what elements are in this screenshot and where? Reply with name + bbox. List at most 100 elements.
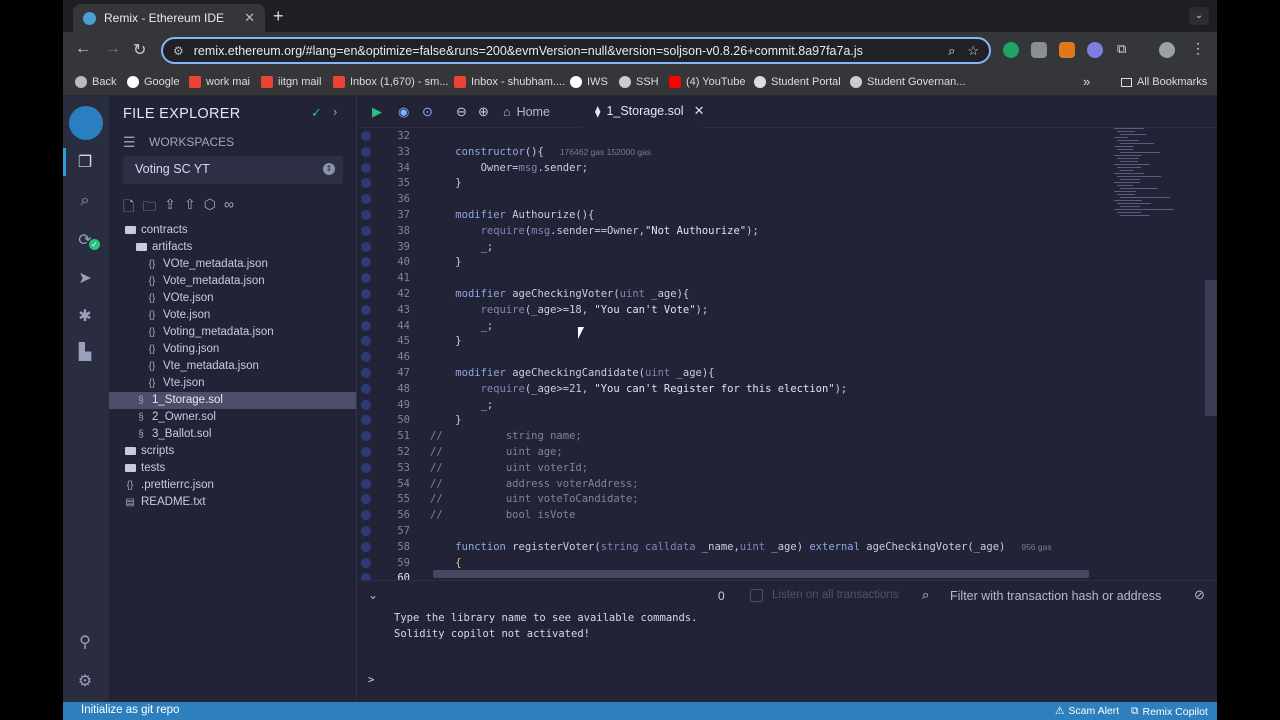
clear-terminal-icon[interactable]: ⊘ — [1194, 587, 1205, 603]
tree-folder[interactable]: contracts — [109, 222, 356, 239]
code-line[interactable]: 46 — [358, 349, 1108, 365]
back-arrow-icon[interactable]: ← — [75, 40, 91, 58]
code-line[interactable]: 34 Owner=msg.sender; — [358, 160, 1108, 176]
code-line[interactable]: 36 — [358, 191, 1108, 207]
tree-file[interactable]: {} Voting.json — [109, 341, 356, 358]
tree-file[interactable]: {} Vote_metadata.json — [109, 273, 356, 290]
reload-icon[interactable]: ↻ — [133, 40, 146, 60]
code-line[interactable]: 47 modifier ageCheckingCandidate(uint _a… — [358, 365, 1108, 381]
breakpoint-marker[interactable] — [361, 368, 371, 378]
tree-file[interactable]: {} Voting_metadata.json — [109, 324, 356, 341]
extension-icon[interactable] — [1087, 42, 1103, 58]
horizontal-scrollbar[interactable] — [433, 570, 1089, 578]
breakpoint-marker[interactable] — [361, 241, 371, 252]
remix-logo-icon[interactable] — [69, 106, 103, 140]
zoom-in-icon[interactable]: ⊕ — [478, 104, 489, 120]
bookmark-item[interactable]: Student Portal — [754, 76, 841, 88]
breakpoint-marker[interactable] — [361, 431, 371, 442]
code-line[interactable]: 35 } — [358, 175, 1108, 191]
code-line[interactable]: 52 // uint age; — [358, 444, 1108, 460]
bookmark-star-icon[interactable]: ☆ — [967, 43, 979, 59]
bookmark-item[interactable]: Student Governan... — [850, 76, 965, 88]
plugin-manager-icon[interactable]: ▙ — [75, 342, 95, 362]
zoom-icon[interactable]: ⌕ — [948, 43, 955, 59]
plugin-icon[interactable]: ⚲ — [75, 632, 95, 652]
hamburger-menu-icon[interactable]: ☰ — [123, 134, 137, 151]
tree-file[interactable]: § 2_Owner.sol — [109, 409, 356, 426]
extension-icon[interactable] — [1031, 42, 1047, 58]
bookmark-item[interactable]: work mai — [189, 76, 250, 88]
settings-gear-icon[interactable]: ⚙ — [75, 671, 95, 691]
tree-folder[interactable]: artifacts — [109, 239, 356, 256]
code-line[interactable]: 56 // bool isVote — [358, 507, 1108, 523]
breakpoint-marker[interactable] — [361, 494, 371, 505]
breakpoint-marker[interactable] — [361, 478, 371, 489]
tree-file[interactable]: § 1_Storage.sol — [109, 392, 356, 409]
code-line[interactable]: 42 modifier ageCheckingVoter(uint _age){ — [358, 286, 1108, 302]
breakpoint-marker[interactable] — [361, 415, 371, 426]
bookmarks-overflow-icon[interactable]: » — [1083, 74, 1090, 89]
upload-file-icon[interactable]: ⇪ — [164, 196, 176, 220]
tree-file[interactable]: {} Vte_metadata.json — [109, 358, 356, 375]
breakpoint-marker[interactable] — [361, 320, 371, 331]
bookmark-item[interactable]: Google — [127, 76, 179, 88]
forward-arrow-icon[interactable]: → — [105, 40, 121, 58]
code-line[interactable]: 38 require(msg.sender==Owner,"Not Authou… — [358, 223, 1108, 239]
collapse-terminal-icon[interactable]: ⌄ — [368, 588, 378, 602]
tree-file[interactable]: ▤ README.txt — [109, 494, 356, 511]
minimap[interactable] — [1110, 128, 1200, 228]
breakpoint-marker[interactable] — [361, 225, 371, 236]
run-play-icon[interactable]: ▶ — [372, 104, 382, 120]
breakpoint-marker[interactable] — [361, 194, 371, 205]
close-tab-icon[interactable]: ✕ — [244, 10, 255, 26]
metamask-extension-icon[interactable] — [1059, 42, 1075, 58]
deploy-run-icon[interactable]: ➤ — [75, 268, 95, 288]
breakpoint-marker[interactable] — [361, 352, 371, 363]
terminal-prompt[interactable]: > — [368, 674, 374, 686]
listen-checkbox[interactable] — [750, 589, 763, 602]
address-bar[interactable]: ⚙ remix.ethereum.org/#lang=en&optimize=f… — [161, 37, 991, 64]
zoom-out-icon[interactable]: ⊖ — [456, 104, 467, 120]
bookmark-item[interactable]: SSH — [619, 76, 659, 88]
terminal-output[interactable]: Type the library name to see available c… — [358, 610, 1217, 702]
code-line[interactable]: 59 { — [358, 555, 1108, 571]
bookmark-item[interactable]: iitgn mail — [261, 76, 321, 88]
tab-home[interactable]: ⌂ Home — [503, 96, 579, 128]
breakpoint-marker[interactable] — [361, 289, 371, 299]
code-editor[interactable]: 32 33 constructor(){176462 gas 152000 gas… — [358, 128, 1108, 584]
breakpoint-marker[interactable] — [361, 146, 371, 157]
bookmark-item[interactable]: Inbox (1,670) - sm... — [333, 76, 448, 88]
breakpoint-marker[interactable] — [361, 399, 371, 410]
breakpoint-marker[interactable] — [361, 304, 371, 315]
breakpoint-marker[interactable] — [361, 557, 371, 568]
remix-copilot-button[interactable]: ⧉ Remix Copilot — [1131, 705, 1208, 718]
more-menu-icon[interactable]: ⋮ — [1191, 40, 1207, 56]
breakpoint-marker[interactable] — [361, 526, 371, 536]
code-line[interactable]: 50 } — [358, 412, 1108, 428]
tree-file[interactable]: {} Vte.json — [109, 375, 356, 392]
tab-search-icon[interactable]: ⌄ — [1189, 7, 1209, 25]
code-line[interactable]: 32 — [358, 128, 1108, 144]
init-git-button[interactable]: Initialize as git repo — [81, 704, 179, 716]
file-explorer-icon[interactable]: ❐ — [75, 152, 95, 172]
tree-folder[interactable]: tests — [109, 460, 356, 477]
tree-file[interactable]: {} VOte_metadata.json — [109, 256, 356, 273]
breakpoint-marker[interactable] — [361, 383, 371, 394]
breakpoint-marker[interactable] — [361, 257, 371, 268]
code-line[interactable]: 39 _; — [358, 239, 1108, 255]
profile-avatar[interactable] — [1159, 42, 1175, 58]
breakpoint-marker[interactable] — [361, 162, 371, 173]
site-info-icon[interactable]: ⚙ — [173, 44, 184, 58]
debugger-icon[interactable]: ✱ — [75, 306, 95, 326]
bookmark-item[interactable]: IWS — [570, 76, 608, 88]
toggle-icon[interactable]: ⊙ — [422, 104, 433, 120]
code-line[interactable]: 53 // uint voterId; — [358, 460, 1108, 476]
vertical-scrollbar[interactable] — [1205, 280, 1217, 416]
breakpoint-marker[interactable] — [361, 336, 371, 347]
code-line[interactable]: 58 function registerVoter(string calldat… — [358, 539, 1108, 555]
code-line[interactable]: 54 // address voterAddress; — [358, 476, 1108, 492]
ai-copilot-icon[interactable]: ◉ — [398, 104, 409, 120]
transaction-filter-input[interactable]: Filter with transaction hash or address — [942, 583, 1188, 609]
breakpoint-marker[interactable] — [361, 131, 371, 141]
code-line[interactable]: 48 require(_age>=21, "You can't Register… — [358, 381, 1108, 397]
